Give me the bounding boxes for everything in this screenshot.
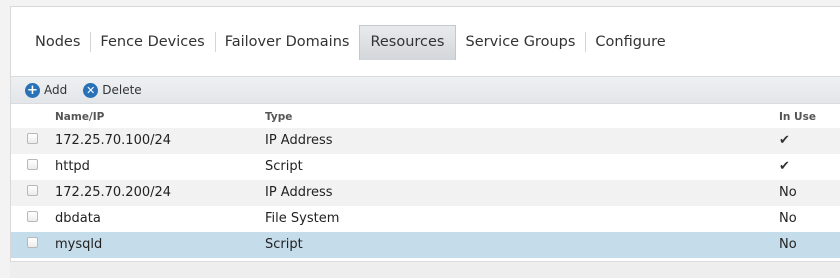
table-row[interactable]: 172.25.70.200/24 IP Address No [11,180,840,206]
resource-name: httpd [55,159,90,174]
add-button-label: Add [44,83,68,97]
resource-type: Script [265,237,303,252]
panel-footer [10,261,840,278]
tab-bar: Nodes Fence Devices Failover Domains Res… [25,24,676,60]
table-row[interactable]: httpd Script ✔ [11,154,840,180]
column-header-type[interactable]: Type [265,111,292,123]
table-row[interactable]: 172.25.70.100/24 IP Address ✔ [11,128,840,154]
resource-name: 172.25.70.200/24 [55,185,172,200]
resource-name: 172.25.70.100/24 [55,133,172,148]
row-checkbox[interactable] [27,237,38,248]
in-use-check-icon: ✔ [779,159,790,174]
delete-button-label: Delete [102,83,142,97]
tab-fence-devices[interactable]: Fence Devices [90,25,214,59]
table-header: Name/IP Type In Use [11,106,840,128]
tab-configure[interactable]: Configure [585,25,675,59]
column-header-in-use[interactable]: In Use [779,111,816,123]
resource-type: IP Address [265,133,333,148]
column-header-name[interactable]: Name/IP [55,111,104,123]
resource-name: dbdata [55,211,101,226]
tab-failover-domains[interactable]: Failover Domains [214,25,360,59]
in-use-check-icon: ✔ [779,133,790,148]
toolbar: + Add ✕ Delete [11,76,840,104]
close-circle-icon: ✕ [83,82,99,98]
resource-type: File System [265,211,340,226]
row-checkbox[interactable] [27,159,38,170]
resource-type: Script [265,159,303,174]
in-use-value: No [779,237,797,252]
resource-type: IP Address [265,185,333,200]
in-use-value: No [779,211,797,226]
plus-circle-icon: + [25,82,40,98]
add-button[interactable]: + Add [25,82,68,98]
tab-service-groups[interactable]: Service Groups [456,25,586,59]
table-row-selected[interactable]: mysqld Script No [11,232,840,258]
in-use-value: No [779,185,797,200]
tab-resources[interactable]: Resources [359,24,456,60]
tab-nodes[interactable]: Nodes [25,25,90,59]
delete-button[interactable]: ✕ Delete [83,82,142,98]
row-checkbox[interactable] [27,211,38,222]
resources-panel: Nodes Fence Devices Failover Domains Res… [10,6,840,262]
row-checkbox[interactable] [27,133,38,144]
table-row[interactable]: dbdata File System No [11,206,840,232]
resource-name: mysqld [55,237,103,252]
resource-table: 172.25.70.100/24 IP Address ✔ httpd Scri… [11,128,840,258]
row-checkbox[interactable] [27,185,38,196]
